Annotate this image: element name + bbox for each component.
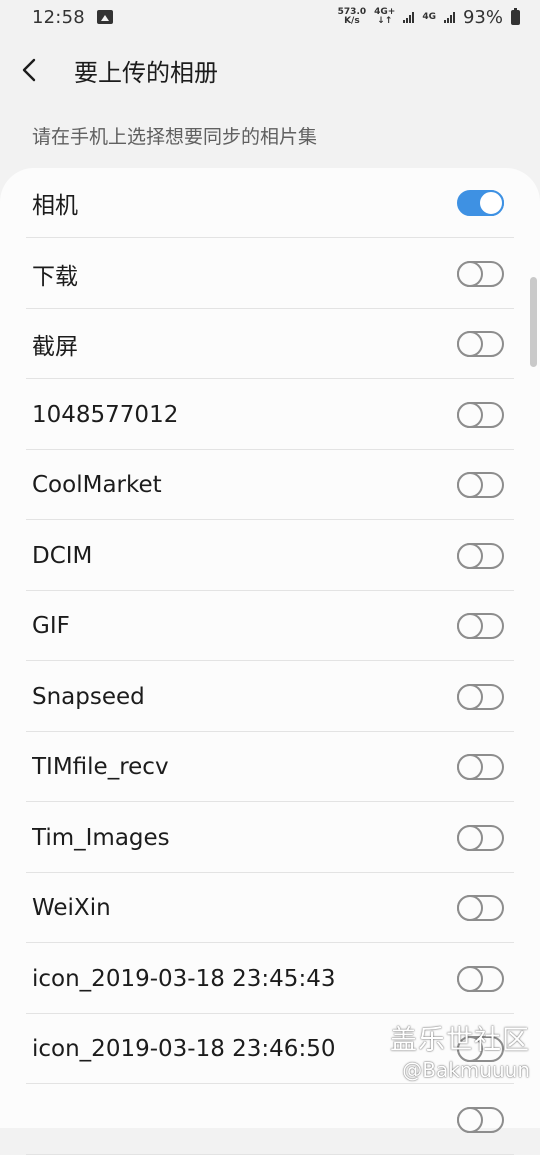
album-name: 截屏 — [32, 334, 78, 360]
network-type-secondary: 4G — [422, 11, 436, 22]
album-row[interactable]: 1048577012 — [0, 380, 540, 450]
album-row[interactable]: GIF — [0, 591, 540, 661]
album-sync-toggle[interactable] — [457, 190, 504, 216]
status-indicators: 573.0 K/s 4G+ ↓↑ 4G 93% — [338, 7, 520, 28]
back-button[interactable] — [22, 44, 72, 96]
signal-strength-icon — [403, 11, 415, 23]
album-name: TIMfile_recv — [32, 754, 169, 780]
watermark: 盖乐世社区 @Bakmuuun — [390, 1024, 530, 1082]
section-description: 请在手机上选择想要同步的相片集 — [32, 126, 318, 148]
album-row[interactable]: 截屏 — [0, 309, 540, 379]
album-row[interactable]: 下载 — [0, 239, 540, 309]
network-speed-unit: K/s — [344, 16, 360, 26]
battery-percent: 93% — [462, 6, 503, 28]
chevron-left-icon — [22, 58, 36, 82]
page-title: 要上传的相册 — [74, 58, 218, 87]
album-list: 相机下载截屏 1048577012 CoolMarket DCIM GIF Snapsee… — [0, 168, 540, 1155]
toggle-knob — [457, 1106, 483, 1133]
album-row[interactable]: Tim_Images — [0, 803, 540, 873]
album-sync-toggle[interactable] — [457, 472, 504, 498]
network-type-secondary-label: 4G — [422, 11, 436, 22]
album-sync-toggle[interactable] — [457, 613, 504, 639]
toggle-knob — [457, 542, 483, 569]
app-header: 要上传的相册 — [0, 44, 540, 96]
album-row[interactable]: icon_2019-03-18 23:45:43 — [0, 944, 540, 1014]
album-name: Snapseed — [32, 683, 145, 710]
album-sync-toggle[interactable] — [457, 965, 504, 992]
album-sync-toggle[interactable] — [457, 542, 504, 569]
album-sync-toggle[interactable] — [457, 260, 504, 287]
watermark-sub: @Bakmuuun — [402, 1058, 530, 1082]
toggle-knob — [457, 613, 483, 639]
album-row[interactable]: TIMfile_recv — [0, 732, 540, 802]
album-row[interactable]: 相机 — [0, 168, 540, 238]
toggle-knob — [457, 401, 483, 428]
album-row[interactable]: WeiXin — [0, 873, 540, 943]
album-name: 相机 — [32, 193, 78, 219]
toggle-knob — [457, 683, 483, 710]
album-name: Tim_Images — [32, 824, 170, 851]
album-sync-toggle[interactable] — [457, 1106, 504, 1133]
network-type-primary: 4G+ ↓↑ — [374, 8, 395, 26]
album-row[interactable]: CoolMarket — [0, 450, 540, 520]
toggle-knob — [457, 895, 483, 921]
album-name: WeiXin — [32, 895, 111, 921]
album-row[interactable]: DCIM — [0, 521, 540, 591]
album-name: 下载 — [32, 263, 78, 290]
network-speed: 573.0 K/s — [338, 8, 366, 26]
album-sync-toggle[interactable] — [457, 895, 504, 921]
album-sync-toggle[interactable] — [457, 824, 504, 851]
album-name: DCIM — [32, 542, 93, 569]
toggle-knob — [457, 965, 483, 992]
toggle-knob — [478, 190, 504, 216]
album-name: GIF — [32, 613, 70, 639]
album-sync-toggle[interactable] — [457, 331, 504, 357]
album-sync-toggle[interactable] — [457, 683, 504, 710]
status-time: 12:58 — [32, 6, 85, 28]
data-arrows-icon: ↓↑ — [377, 16, 393, 26]
toggle-knob — [457, 824, 483, 851]
toggle-knob — [457, 331, 483, 357]
scrollbar[interactable] — [530, 277, 537, 367]
toggle-knob — [457, 754, 483, 780]
toggle-knob — [457, 260, 483, 287]
toggle-knob — [457, 472, 483, 498]
album-row[interactable]: Snapseed — [0, 662, 540, 732]
battery-icon — [511, 7, 520, 25]
signal-strength-icon-2 — [443, 11, 455, 23]
album-sync-toggle[interactable] — [457, 401, 504, 428]
album-row[interactable] — [0, 1085, 540, 1155]
album-name: icon_2019-03-18 23:45:43 — [32, 965, 336, 992]
gallery-notification-icon — [96, 10, 113, 24]
album-sync-toggle[interactable] — [457, 754, 504, 780]
album-name: CoolMarket — [32, 472, 162, 498]
status-bar: 12:58 573.0 K/s 4G+ ↓↑ 4G 93% — [0, 0, 540, 34]
album-name: 1048577012 — [32, 401, 179, 428]
watermark-main: 盖乐世社区 — [390, 1025, 530, 1056]
